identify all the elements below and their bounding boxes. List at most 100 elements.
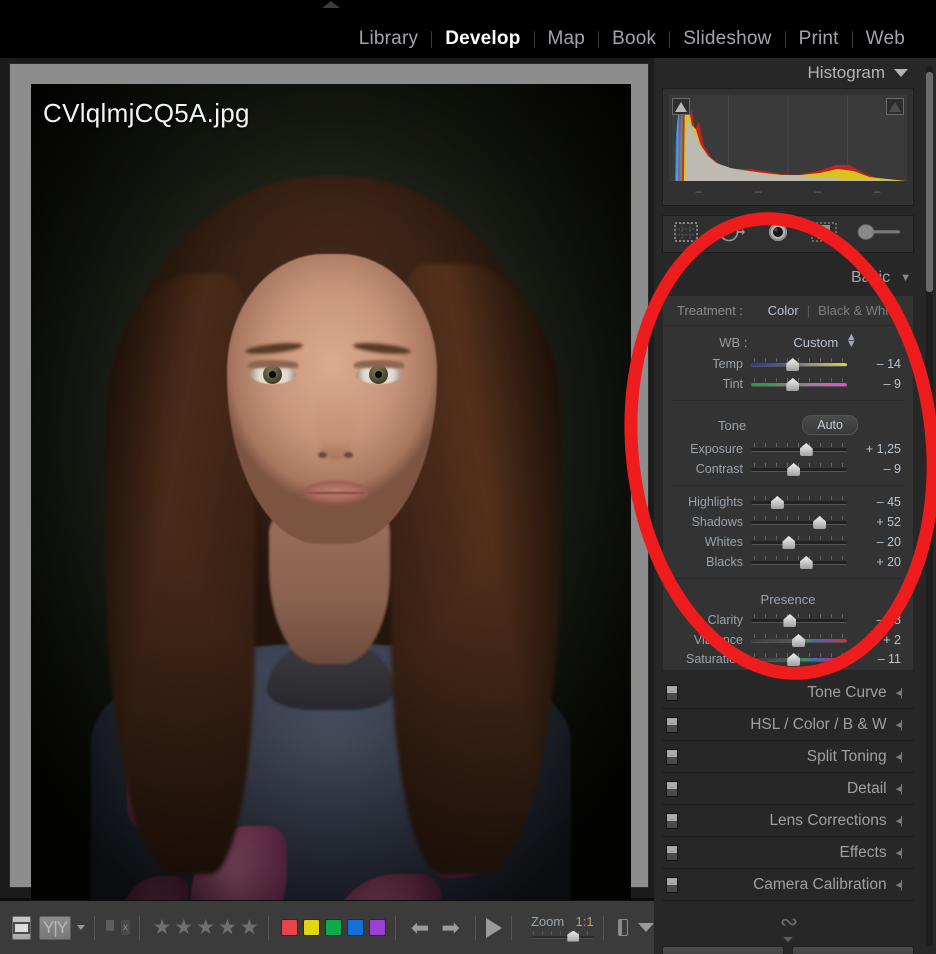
module-slideshow[interactable]: Slideshow [670,28,784,50]
play-icon[interactable] [486,917,503,938]
panel-switch-icon[interactable] [666,845,678,861]
module-library[interactable]: Library [346,28,431,50]
module-develop[interactable]: Develop [432,28,533,50]
chevron-down-icon[interactable] [77,925,86,930]
panel-split-toning[interactable]: Split Toning ◂| [662,741,914,773]
reject-x-icon[interactable]: x [121,920,130,935]
color-label-blue[interactable] [347,919,365,936]
previous-button[interactable]: Previous [662,946,784,954]
star-icon[interactable]: ★ [196,917,215,938]
brush-icon[interactable] [857,221,903,248]
zoom-slider[interactable] [530,930,594,942]
toolbar-separator [94,915,95,940]
contrast-slider[interactable] [751,462,847,476]
panel-switch-icon[interactable] [666,685,678,701]
top-panel-collapse-arrow-icon[interactable] [322,1,340,8]
module-map[interactable]: Map [535,28,599,50]
clarity-slider[interactable] [751,613,847,627]
compare-view-button[interactable]: Y|Y [39,915,86,940]
panel-switch-icon[interactable] [666,749,678,765]
star-icon[interactable]: ★ [218,917,237,938]
panel-effects[interactable]: Effects ◂| [662,837,914,869]
arrow-left-icon[interactable]: ⬅ [411,916,429,939]
temp-label: Temp [712,357,743,371]
tint-label: Tint [722,377,743,391]
panel-hsl-color-bw[interactable]: HSL / Color / B & W ◂| [662,709,914,741]
histogram-graph [669,95,907,181]
zoom-control[interactable]: Zoom 1:1 [530,913,594,942]
module-web[interactable]: Web [853,28,918,50]
color-label-red[interactable] [281,919,299,936]
crop-icon[interactable] [673,221,699,248]
treatment-bw-option[interactable]: Black & White [818,303,899,318]
panel-tone-curve[interactable]: Tone Curve ◂| [662,677,914,709]
triangle-up-icon [675,101,687,112]
histogram-plot[interactable] [669,95,907,181]
color-label-green[interactable] [325,919,343,936]
slider-ticks [754,463,844,467]
saturation-slider[interactable] [751,652,847,666]
blacks-slider[interactable] [751,555,847,569]
wb-dropdown[interactable]: Custom ▲ ▼ [793,332,857,351]
star-icon[interactable]: ★ [153,917,172,938]
arrow-right-icon[interactable]: ➡ [441,916,459,939]
color-label-yellow[interactable] [303,919,321,936]
panel-lens-corrections[interactable]: Lens Corrections ◂| [662,805,914,837]
slider-track [751,561,847,565]
star-rating[interactable]: ★ ★ ★ ★ ★ [153,917,259,938]
spot-removal-icon[interactable] [718,221,746,248]
star-icon[interactable]: ★ [174,917,193,938]
shadows-slider[interactable] [751,515,847,529]
chevron-down-icon[interactable]: ▼ [900,272,911,284]
panel-detail[interactable]: Detail ◂| [662,773,914,805]
module-book[interactable]: Book [599,28,669,50]
panel-collapse-arrow-icon[interactable] [783,937,793,942]
vibrance-slider[interactable] [751,633,847,647]
chevron-down-icon[interactable]: ◂| [896,750,903,763]
treatment-row: Treatment : Color | Black & White [663,296,913,326]
chevron-down-icon[interactable]: ◂| [896,782,903,795]
up-down-stepper-icon[interactable]: ▲ ▼ [846,332,857,350]
scrollbar-thumb[interactable] [926,72,933,292]
zoom-ratio-value: 1:1 [575,913,594,929]
color-label-purple[interactable] [369,919,387,936]
panel-camera-calibration[interactable]: Camera Calibration ◂| [662,869,914,901]
right-panel-scrollbar[interactable] [926,66,933,946]
panel-switch-icon[interactable] [666,717,678,733]
reset-button[interactable]: Reset [792,946,914,954]
graduated-filter-icon[interactable] [810,221,838,248]
lightroom-flourish-logo: ∾ [779,909,798,934]
tint-slider[interactable] [751,377,847,391]
shadow-clipping-button[interactable] [672,98,690,115]
highlights-slider[interactable] [751,495,847,509]
treatment-options: Color | Black & White [768,303,899,318]
loupe-view-button[interactable] [12,915,31,940]
treatment-color-option[interactable]: Color [768,303,799,318]
histogram-header[interactable]: Histogram [654,58,922,88]
chevron-down-icon[interactable]: ◂| [896,846,903,859]
chevron-down-icon[interactable] [894,69,908,77]
panel-toggle-icon[interactable] [618,919,628,936]
chevron-down-icon[interactable] [637,923,654,932]
panel-switch-icon[interactable] [666,781,678,797]
photo-preview[interactable]: CVlqlmjCQ5A.jpg [31,84,631,946]
basic-panel-header[interactable]: Basic ▼ [654,265,922,291]
exposure-slider[interactable] [751,442,847,456]
chevron-down-icon[interactable]: ◂| [896,686,903,699]
tone-title: Tone [718,417,747,433]
flag-icon[interactable] [105,919,115,936]
panel-switch-icon[interactable] [666,813,678,829]
chevron-down-icon[interactable]: ◂| [896,718,903,731]
highlights-slider-row: Highlights – 45 [663,492,913,512]
auto-tone-button[interactable]: Auto [802,415,858,435]
chevron-down-icon[interactable]: ◂| [896,878,903,891]
temp-slider[interactable] [751,357,847,371]
module-print[interactable]: Print [786,28,852,50]
highlight-clipping-button[interactable] [886,98,904,115]
vibrance-slider-row: Vibrance + 2 [663,630,913,650]
whites-slider[interactable] [751,535,847,549]
star-icon[interactable]: ★ [240,917,259,938]
panel-switch-icon[interactable] [666,877,678,893]
red-eye-icon[interactable] [766,221,790,248]
chevron-down-icon[interactable]: ◂| [896,814,903,827]
